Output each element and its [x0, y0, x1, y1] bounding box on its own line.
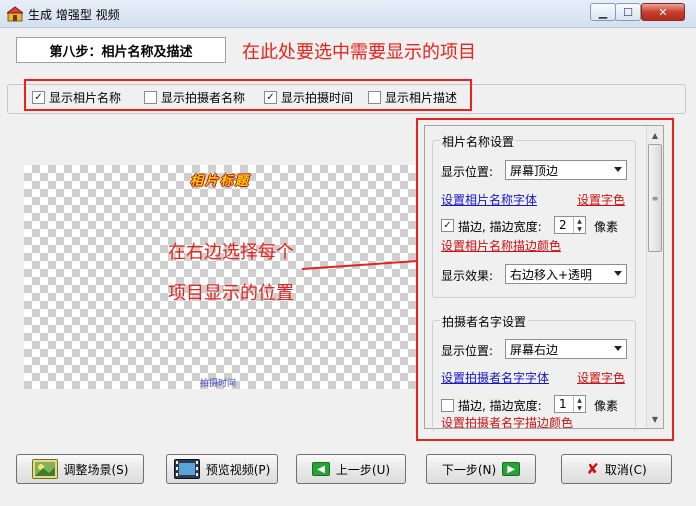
button-label: 上一步(U) [335, 462, 391, 477]
step-label: 第八步：相片名称及描述 [16, 37, 226, 63]
app-window: 生成 增强型 视频 ▁ ☐ ✕ 第八步：相片名称及描述 在此处要选中需要显示的项… [0, 0, 696, 506]
close-button[interactable]: ✕ [641, 3, 685, 21]
checkbox-show-photographer[interactable] [144, 91, 157, 104]
cancel-button[interactable]: ✘ 取消(C) [561, 454, 672, 484]
checkbox-show-time[interactable]: ✓ [264, 91, 277, 104]
annotation-middle-1: 在右边选择每个 [168, 242, 294, 263]
title-bar: 生成 增强型 视频 ▁ ☐ ✕ [0, 0, 696, 28]
button-label: 预览视频(P) [205, 462, 271, 477]
option-show-time[interactable]: ✓ 显示拍摄时间 [264, 89, 353, 106]
annotation-arrow [301, 260, 419, 270]
maximize-button[interactable]: ☐ [615, 3, 641, 21]
scene-icon [31, 459, 58, 479]
arrow-left-icon: ◀ [311, 462, 330, 476]
adjust-scene-button[interactable]: 调整场景(S) [16, 454, 144, 484]
maximize-icon: ☐ [623, 5, 633, 19]
option-label: 显示相片名称 [49, 91, 122, 105]
minimize-icon: ▁ [598, 5, 608, 19]
annotation-top: 在此处要选中需要显示的项目 [242, 42, 476, 63]
option-label: 显示拍摄者名称 [161, 91, 246, 105]
window-title: 生成 增强型 视频 [28, 8, 120, 22]
close-icon: ✕ [658, 5, 668, 19]
checkbox-show-description[interactable] [368, 91, 381, 104]
prev-step-button[interactable]: ◀ 上一步(U) [296, 454, 406, 484]
next-step-button[interactable]: 下一步(N) ▶ [426, 454, 536, 484]
preview-photo-title: 相片标题 [190, 174, 251, 189]
option-show-description[interactable]: 显示相片描述 [368, 89, 457, 106]
button-label: 取消(C) [604, 462, 647, 477]
checkbox-show-photo-name[interactable]: ✓ [32, 91, 45, 104]
annotation-middle-2: 项目显示的位置 [168, 283, 294, 304]
preview-photographer-text: 拍摄时间 [200, 379, 237, 389]
cancel-x-icon: ✘ [586, 460, 599, 478]
preview-canvas [24, 165, 416, 389]
option-show-photographer[interactable]: 显示拍摄者名称 [144, 89, 245, 106]
option-label: 显示拍摄时间 [281, 91, 354, 105]
film-icon [173, 459, 200, 479]
arrow-right-icon: ▶ [502, 462, 521, 476]
option-show-photo-name[interactable]: ✓ 显示相片名称 [32, 89, 121, 106]
button-label: 下一步(N) [441, 462, 497, 477]
app-icon [7, 6, 23, 22]
settings-highlight-frame [416, 118, 674, 441]
option-label: 显示相片描述 [385, 91, 458, 105]
button-label: 调整场景(S) [63, 462, 129, 477]
minimize-button[interactable]: ▁ [590, 3, 616, 21]
preview-video-button[interactable]: 预览视频(P) [166, 454, 278, 484]
